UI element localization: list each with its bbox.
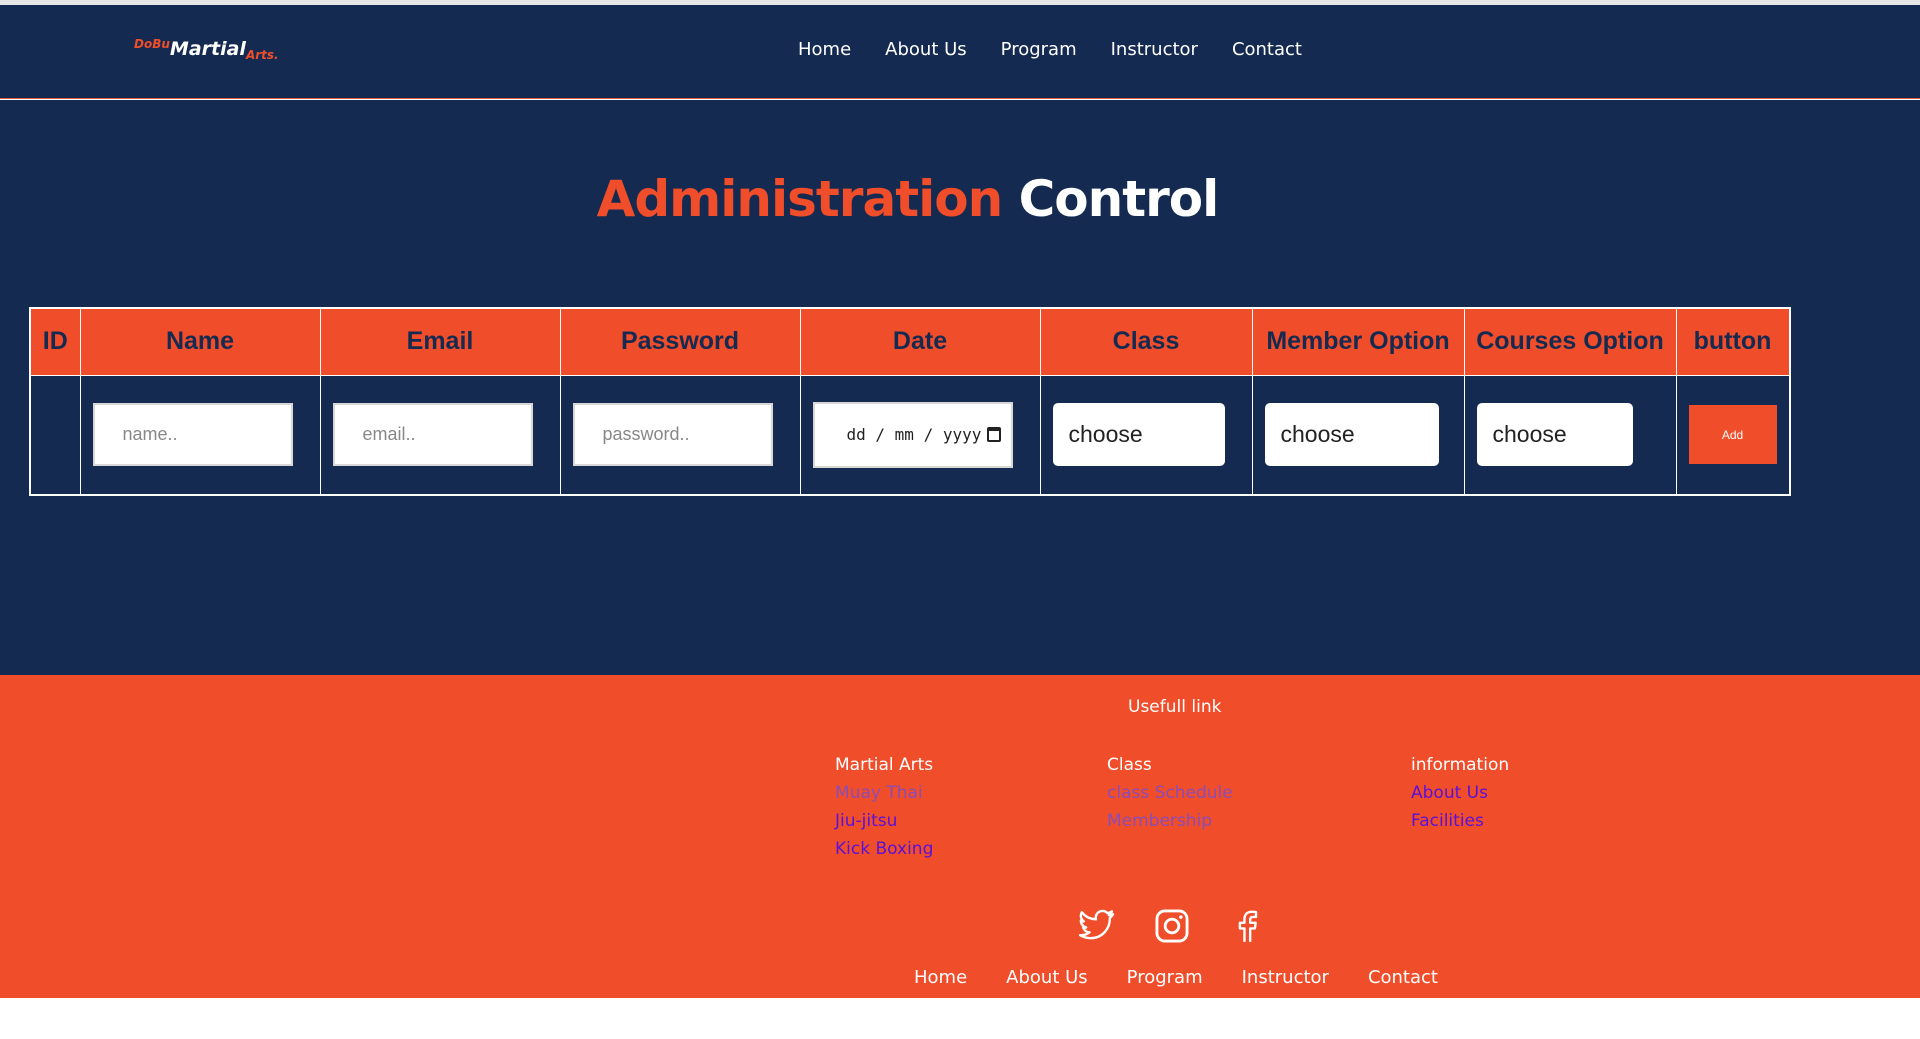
cell-name: name.. [79, 374, 321, 496]
calendar-icon[interactable] [987, 427, 1002, 443]
header-button: button [1675, 307, 1790, 376]
header-id: ID [29, 307, 81, 376]
footer-col-class: Class class Schedule Membership [1107, 751, 1233, 835]
cell-password: password.. [559, 374, 801, 496]
nav-about-us[interactable]: About Us [885, 39, 967, 60]
header-date: Date [799, 307, 1041, 376]
nav-home[interactable]: Home [798, 39, 851, 60]
name-input[interactable]: name.. [92, 403, 293, 467]
twitter-icon[interactable] [1078, 907, 1116, 945]
class-select[interactable]: choose [1052, 403, 1225, 467]
table-row: name.. email.. password.. dd / mm / yyyy… [29, 374, 1790, 496]
cell-email: email.. [319, 374, 561, 496]
site-header: DoBuMartialArts. Home About Us Program I… [0, 5, 1920, 99]
footer-heading: Usefull link [1128, 697, 1222, 717]
header-email: Email [319, 307, 561, 376]
footer-link-kick-boxing[interactable]: Kick Boxing [835, 835, 933, 863]
admin-section: Administration Control ID Name Email Pas… [0, 100, 1920, 675]
footer-col-martial-arts: Martial Arts Muay Thai Jiu-jitsu Kick Bo… [835, 751, 933, 863]
footer-link-membership[interactable]: Membership [1107, 807, 1233, 835]
footer-nav: Home About Us Program Instructor Contact [914, 967, 1438, 988]
date-placeholder: dd / mm / yyyy [846, 425, 982, 445]
header-password: Password [559, 307, 801, 376]
footer-nav-program[interactable]: Program [1127, 967, 1203, 988]
courses-option-select[interactable]: choose [1476, 403, 1633, 467]
logo[interactable]: DoBuMartialArts. [134, 37, 279, 62]
cell-courses-option: choose [1463, 374, 1677, 496]
admin-table: ID Name Email Password Date Class Member… [29, 307, 1791, 496]
footer-col-information: information About Us Facilities [1411, 751, 1509, 835]
header-courses-option: Courses Option [1463, 307, 1677, 376]
footer-link-about-us[interactable]: About Us [1411, 779, 1509, 807]
footer-nav-about-us[interactable]: About Us [1006, 967, 1088, 988]
email-input[interactable]: email.. [332, 403, 533, 467]
nav-contact[interactable]: Contact [1232, 39, 1302, 60]
site-footer: Usefull link Martial Arts Muay Thai Jiu-… [0, 675, 1920, 998]
table-header-row: ID Name Email Password Date Class Member… [29, 307, 1790, 376]
title-rest: Control [1018, 170, 1220, 228]
footer-col-title: information [1411, 755, 1510, 775]
cell-id [29, 374, 81, 496]
header-name: Name [79, 307, 321, 376]
nav-program[interactable]: Program [1001, 39, 1077, 60]
password-input[interactable]: password.. [572, 403, 773, 467]
nav-instructor[interactable]: Instructor [1111, 39, 1198, 60]
cell-member-option: choose [1251, 374, 1465, 496]
footer-link-class-schedule[interactable]: class Schedule [1107, 779, 1233, 807]
footer-nav-instructor[interactable]: Instructor [1242, 967, 1329, 988]
instagram-icon[interactable] [1153, 907, 1191, 945]
add-button[interactable]: Add [1688, 405, 1777, 465]
logo-suffix: Arts. [245, 48, 279, 62]
header-class: Class [1039, 307, 1253, 376]
header-member-option: Member Option [1251, 307, 1465, 376]
logo-prefix: DoBu [134, 37, 170, 51]
title-accent: Administration [596, 170, 1004, 228]
page-title: Administration Control [0, 170, 1815, 228]
cell-date: dd / mm / yyyy [799, 374, 1041, 496]
footer-col-title: Class [1107, 755, 1152, 775]
logo-main: Martial [169, 38, 246, 60]
footer-link-muay-thai[interactable]: Muay Thai [835, 779, 933, 807]
cell-button: Add [1675, 374, 1790, 496]
footer-nav-home[interactable]: Home [914, 967, 967, 988]
cell-class: choose [1039, 374, 1253, 496]
footer-nav-contact[interactable]: Contact [1368, 967, 1438, 988]
member-option-select[interactable]: choose [1264, 403, 1439, 467]
date-input[interactable]: dd / mm / yyyy [812, 401, 1013, 468]
footer-link-jiu-jitsu[interactable]: Jiu-jitsu [835, 807, 933, 835]
facebook-icon[interactable] [1228, 907, 1266, 945]
footer-col-title: Martial Arts [835, 755, 934, 775]
footer-link-facilities[interactable]: Facilities [1411, 807, 1509, 835]
main-nav: Home About Us Program Instructor Contact [798, 39, 1302, 60]
